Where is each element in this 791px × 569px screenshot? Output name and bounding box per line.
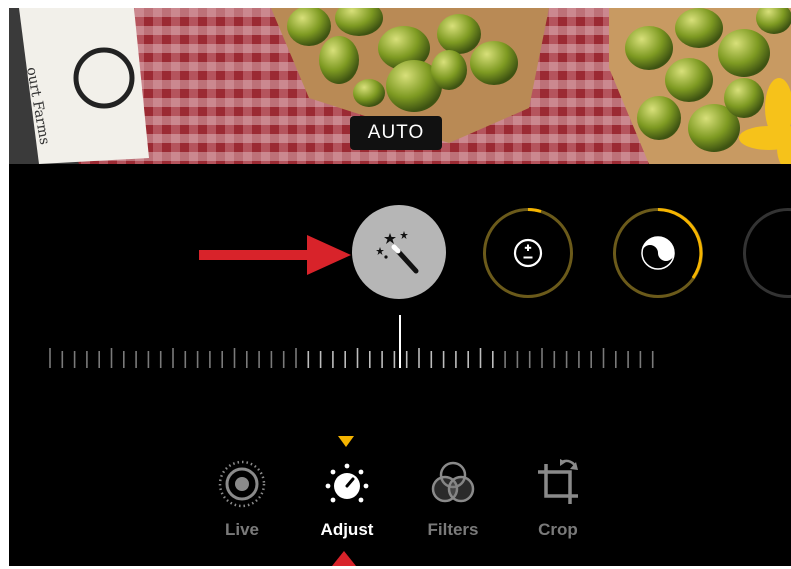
exposure-button[interactable] bbox=[483, 208, 573, 298]
photo-preview: ourt Farms AUTO bbox=[9, 8, 791, 164]
tab-adjust[interactable]: Adjust bbox=[307, 458, 387, 540]
tab-filters[interactable]: Filters bbox=[413, 458, 493, 540]
selected-tab-indicator-icon bbox=[338, 436, 354, 447]
magic-wand-icon bbox=[376, 231, 419, 274]
annotation-arrow-right-icon bbox=[199, 235, 351, 275]
tab-crop-label: Crop bbox=[538, 520, 578, 539]
tab-live[interactable]: Live bbox=[202, 458, 282, 540]
tab-adjust-label: Adjust bbox=[320, 520, 374, 539]
tab-filters-label: Filters bbox=[427, 520, 479, 539]
photo-editor: ourt Farms AUTO Live Adjust Filters Crop bbox=[9, 8, 791, 566]
auto-enhance-button[interactable] bbox=[352, 205, 446, 299]
brilliance-level-arc bbox=[657, 208, 703, 279]
live-photo-icon bbox=[218, 460, 266, 508]
tab-crop[interactable]: Crop bbox=[518, 458, 598, 540]
adjust-dial-icon bbox=[325, 463, 369, 503]
slider-ticks bbox=[49, 348, 654, 368]
auto-badge: AUTO bbox=[350, 116, 442, 150]
next-adjustment-button[interactable] bbox=[743, 208, 791, 298]
exposure-level-arc bbox=[527, 208, 542, 213]
crop-icon bbox=[538, 459, 578, 504]
adjustment-slider[interactable] bbox=[39, 308, 679, 388]
tab-live-label: Live bbox=[224, 520, 260, 539]
brilliance-button[interactable] bbox=[613, 208, 703, 298]
filters-icon bbox=[431, 461, 475, 503]
annotation-arrow-up-icon bbox=[332, 551, 356, 566]
